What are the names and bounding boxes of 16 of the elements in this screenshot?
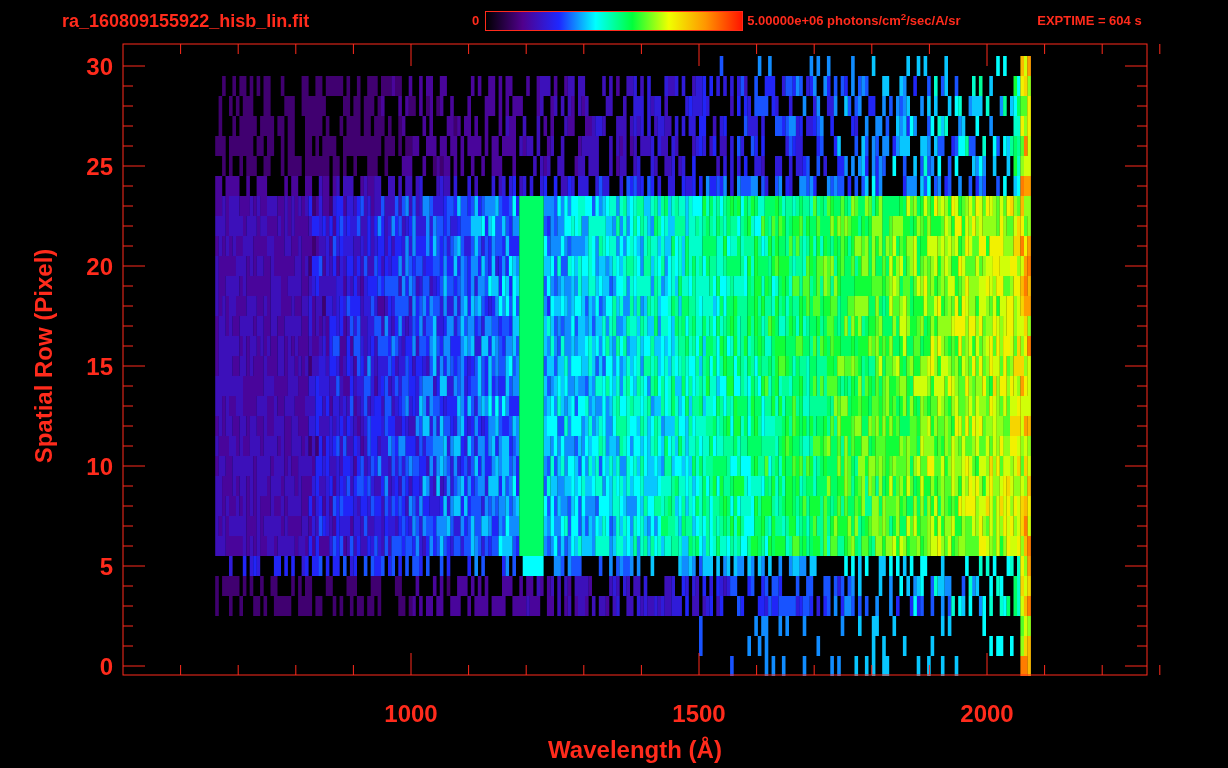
exposure-time: EXPTIME = 604 s [1037,12,1142,31]
y-tick-label: 30 [86,53,113,80]
x-tick-label: 2000 [960,700,1014,727]
y-tick-label: 10 [86,453,113,480]
y-tick-label: 15 [86,353,113,380]
y-tick-label: 20 [86,253,113,280]
colorbar-max-label: 5.00000e+06 photons/cm$^{2}$/sec/A/sr [747,11,962,31]
x-axis-label: Wavelength (Å) [548,736,722,763]
y-tick-label: 5 [99,553,113,580]
x-tick-label: 1500 [672,700,726,727]
y-tick-label: 25 [86,153,113,180]
x-tick-label: 1000 [384,700,438,727]
y-tick-label: 0 [99,653,113,680]
plot-title: ra_160809155922_hisb_lin.fit [62,9,311,33]
y-axis-label: Spatial Row (Pixel) [30,248,57,464]
colorbar-min-label: 0 [472,12,480,31]
